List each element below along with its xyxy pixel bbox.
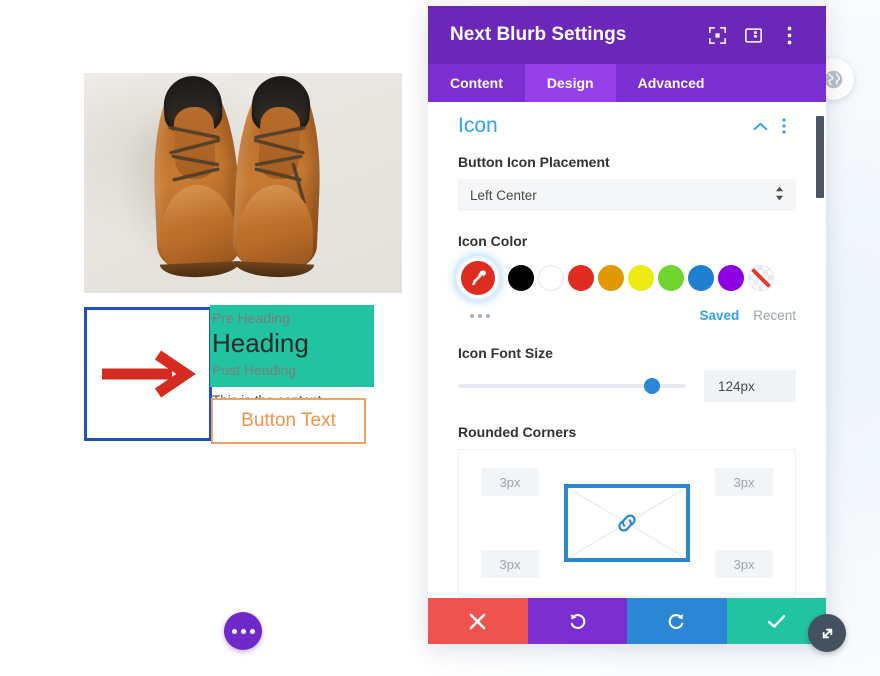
swatch-blue[interactable] xyxy=(688,265,714,291)
recent-colors-link[interactable]: Recent xyxy=(753,308,796,323)
corner-input-top-right[interactable]: 3px xyxy=(715,468,773,496)
section-header-icon: Icon xyxy=(458,114,796,138)
panel-resize-handle[interactable] xyxy=(808,614,846,652)
corner-input-bottom-left[interactable]: 3px xyxy=(481,550,539,578)
more-dot xyxy=(486,313,490,318)
spinner-updown-icon xyxy=(775,186,784,204)
icon-font-size-slider[interactable] xyxy=(458,378,686,394)
panel-scrollbar-track[interactable] xyxy=(816,102,826,598)
module-preview-column: Pre Heading Heading Post Heading This is… xyxy=(0,0,428,676)
tab-content[interactable]: Content xyxy=(428,64,525,102)
blurb-button[interactable]: Button Text xyxy=(211,398,366,444)
resize-diagonal-icon xyxy=(822,628,832,638)
check-icon xyxy=(767,614,785,628)
panel-title: Next Blurb Settings xyxy=(450,24,627,45)
swatch-orange[interactable] xyxy=(598,265,624,291)
cancel-button[interactable] xyxy=(428,598,528,644)
panel-tabs: Content Design Advanced xyxy=(428,64,826,102)
rounded-corners-label: Rounded Corners xyxy=(458,424,577,440)
blurb-heading-block: Pre Heading Heading Post Heading xyxy=(210,305,374,387)
blurb-image[interactable] xyxy=(84,73,402,293)
section-more-vertical-icon[interactable] xyxy=(772,118,796,134)
swatch-black[interactable] xyxy=(508,265,534,291)
more-dot xyxy=(470,313,474,318)
panel-content: Icon Button Icon Placement Left Center I… xyxy=(428,102,826,598)
panel-action-bar xyxy=(428,598,826,644)
blurb-post-heading: Post Heading xyxy=(212,362,297,378)
blurb-pre-heading: Pre Heading xyxy=(212,310,290,326)
module-settings-panel: Next Blurb Settings Content Design Advan… xyxy=(428,6,826,644)
swatch-white[interactable] xyxy=(538,265,564,291)
placement-select[interactable]: Left Center xyxy=(458,179,796,211)
rounded-corners-widget: 3px 3px 3px 3px xyxy=(458,449,796,597)
more-horizontal-icon-dot xyxy=(249,628,255,634)
field-rounded-corners: Rounded Corners 3px 3px 3px 3px xyxy=(458,424,796,597)
saved-colors-link[interactable]: Saved xyxy=(699,308,739,323)
corners-preview-box[interactable] xyxy=(564,484,690,562)
more-horizontal-icon[interactable] xyxy=(458,313,699,318)
panel-scroll-area: Icon Button Icon Placement Left Center I… xyxy=(428,102,826,598)
slider-handle[interactable] xyxy=(643,378,660,394)
chevron-up-icon[interactable] xyxy=(748,122,772,131)
icon-font-size-input[interactable]: 124px xyxy=(704,370,796,402)
placement-label: Button Icon Placement xyxy=(458,154,610,170)
field-button-icon-placement: Button Icon Placement Left Center xyxy=(458,154,796,211)
corner-input-bottom-right[interactable]: 3px xyxy=(715,550,773,578)
swatch-transparent[interactable] xyxy=(748,265,774,291)
field-icon-color: Icon Color Saved Recent xyxy=(458,233,796,323)
redo-button[interactable] xyxy=(627,598,727,644)
undo-button[interactable] xyxy=(527,598,627,644)
more-vertical-icon[interactable] xyxy=(774,20,804,50)
swatch-green[interactable] xyxy=(658,265,684,291)
panel-header: Next Blurb Settings xyxy=(428,6,826,64)
blurb-icon-box[interactable] xyxy=(84,307,212,441)
placement-value: Left Center xyxy=(470,187,537,203)
icon-font-size-label: Icon Font Size xyxy=(458,345,553,361)
icon-color-label: Icon Color xyxy=(458,233,528,249)
undo-icon xyxy=(570,613,586,629)
section-title: Icon xyxy=(458,114,498,137)
blurb-heading: Heading xyxy=(212,328,309,358)
arrow-right-icon xyxy=(102,350,196,398)
more-horizontal-icon-dot xyxy=(231,628,237,634)
redo-icon xyxy=(668,613,684,629)
tab-design[interactable]: Design xyxy=(524,64,616,102)
swatch-red[interactable] xyxy=(568,265,594,291)
panel-scrollbar-thumb[interactable] xyxy=(816,116,824,198)
focus-target-icon[interactable] xyxy=(702,20,732,50)
link-icon[interactable] xyxy=(614,510,640,536)
shoe-toe xyxy=(158,183,239,273)
swatch-yellow[interactable] xyxy=(628,265,654,291)
eyedropper-swatch[interactable] xyxy=(458,258,498,298)
blurb-text-group: Pre Heading Heading Post Heading This is… xyxy=(210,305,374,411)
color-swatch-row xyxy=(458,258,796,298)
eyedropper-icon xyxy=(472,270,486,286)
more-dot xyxy=(478,313,482,318)
add-module-button[interactable] xyxy=(224,612,262,650)
tab-advanced[interactable]: Advanced xyxy=(616,64,727,102)
icon-font-size-slider-row: 124px xyxy=(458,370,796,402)
corner-input-top-left[interactable]: 3px xyxy=(481,468,539,496)
field-icon-font-size: Icon Font Size 124px xyxy=(458,345,796,402)
swatch-purple[interactable] xyxy=(718,265,744,291)
more-horizontal-icon-dot xyxy=(240,628,246,634)
swatch-footer: Saved Recent xyxy=(458,308,796,323)
close-icon xyxy=(469,613,486,629)
panel-layout-icon[interactable] xyxy=(738,20,768,50)
